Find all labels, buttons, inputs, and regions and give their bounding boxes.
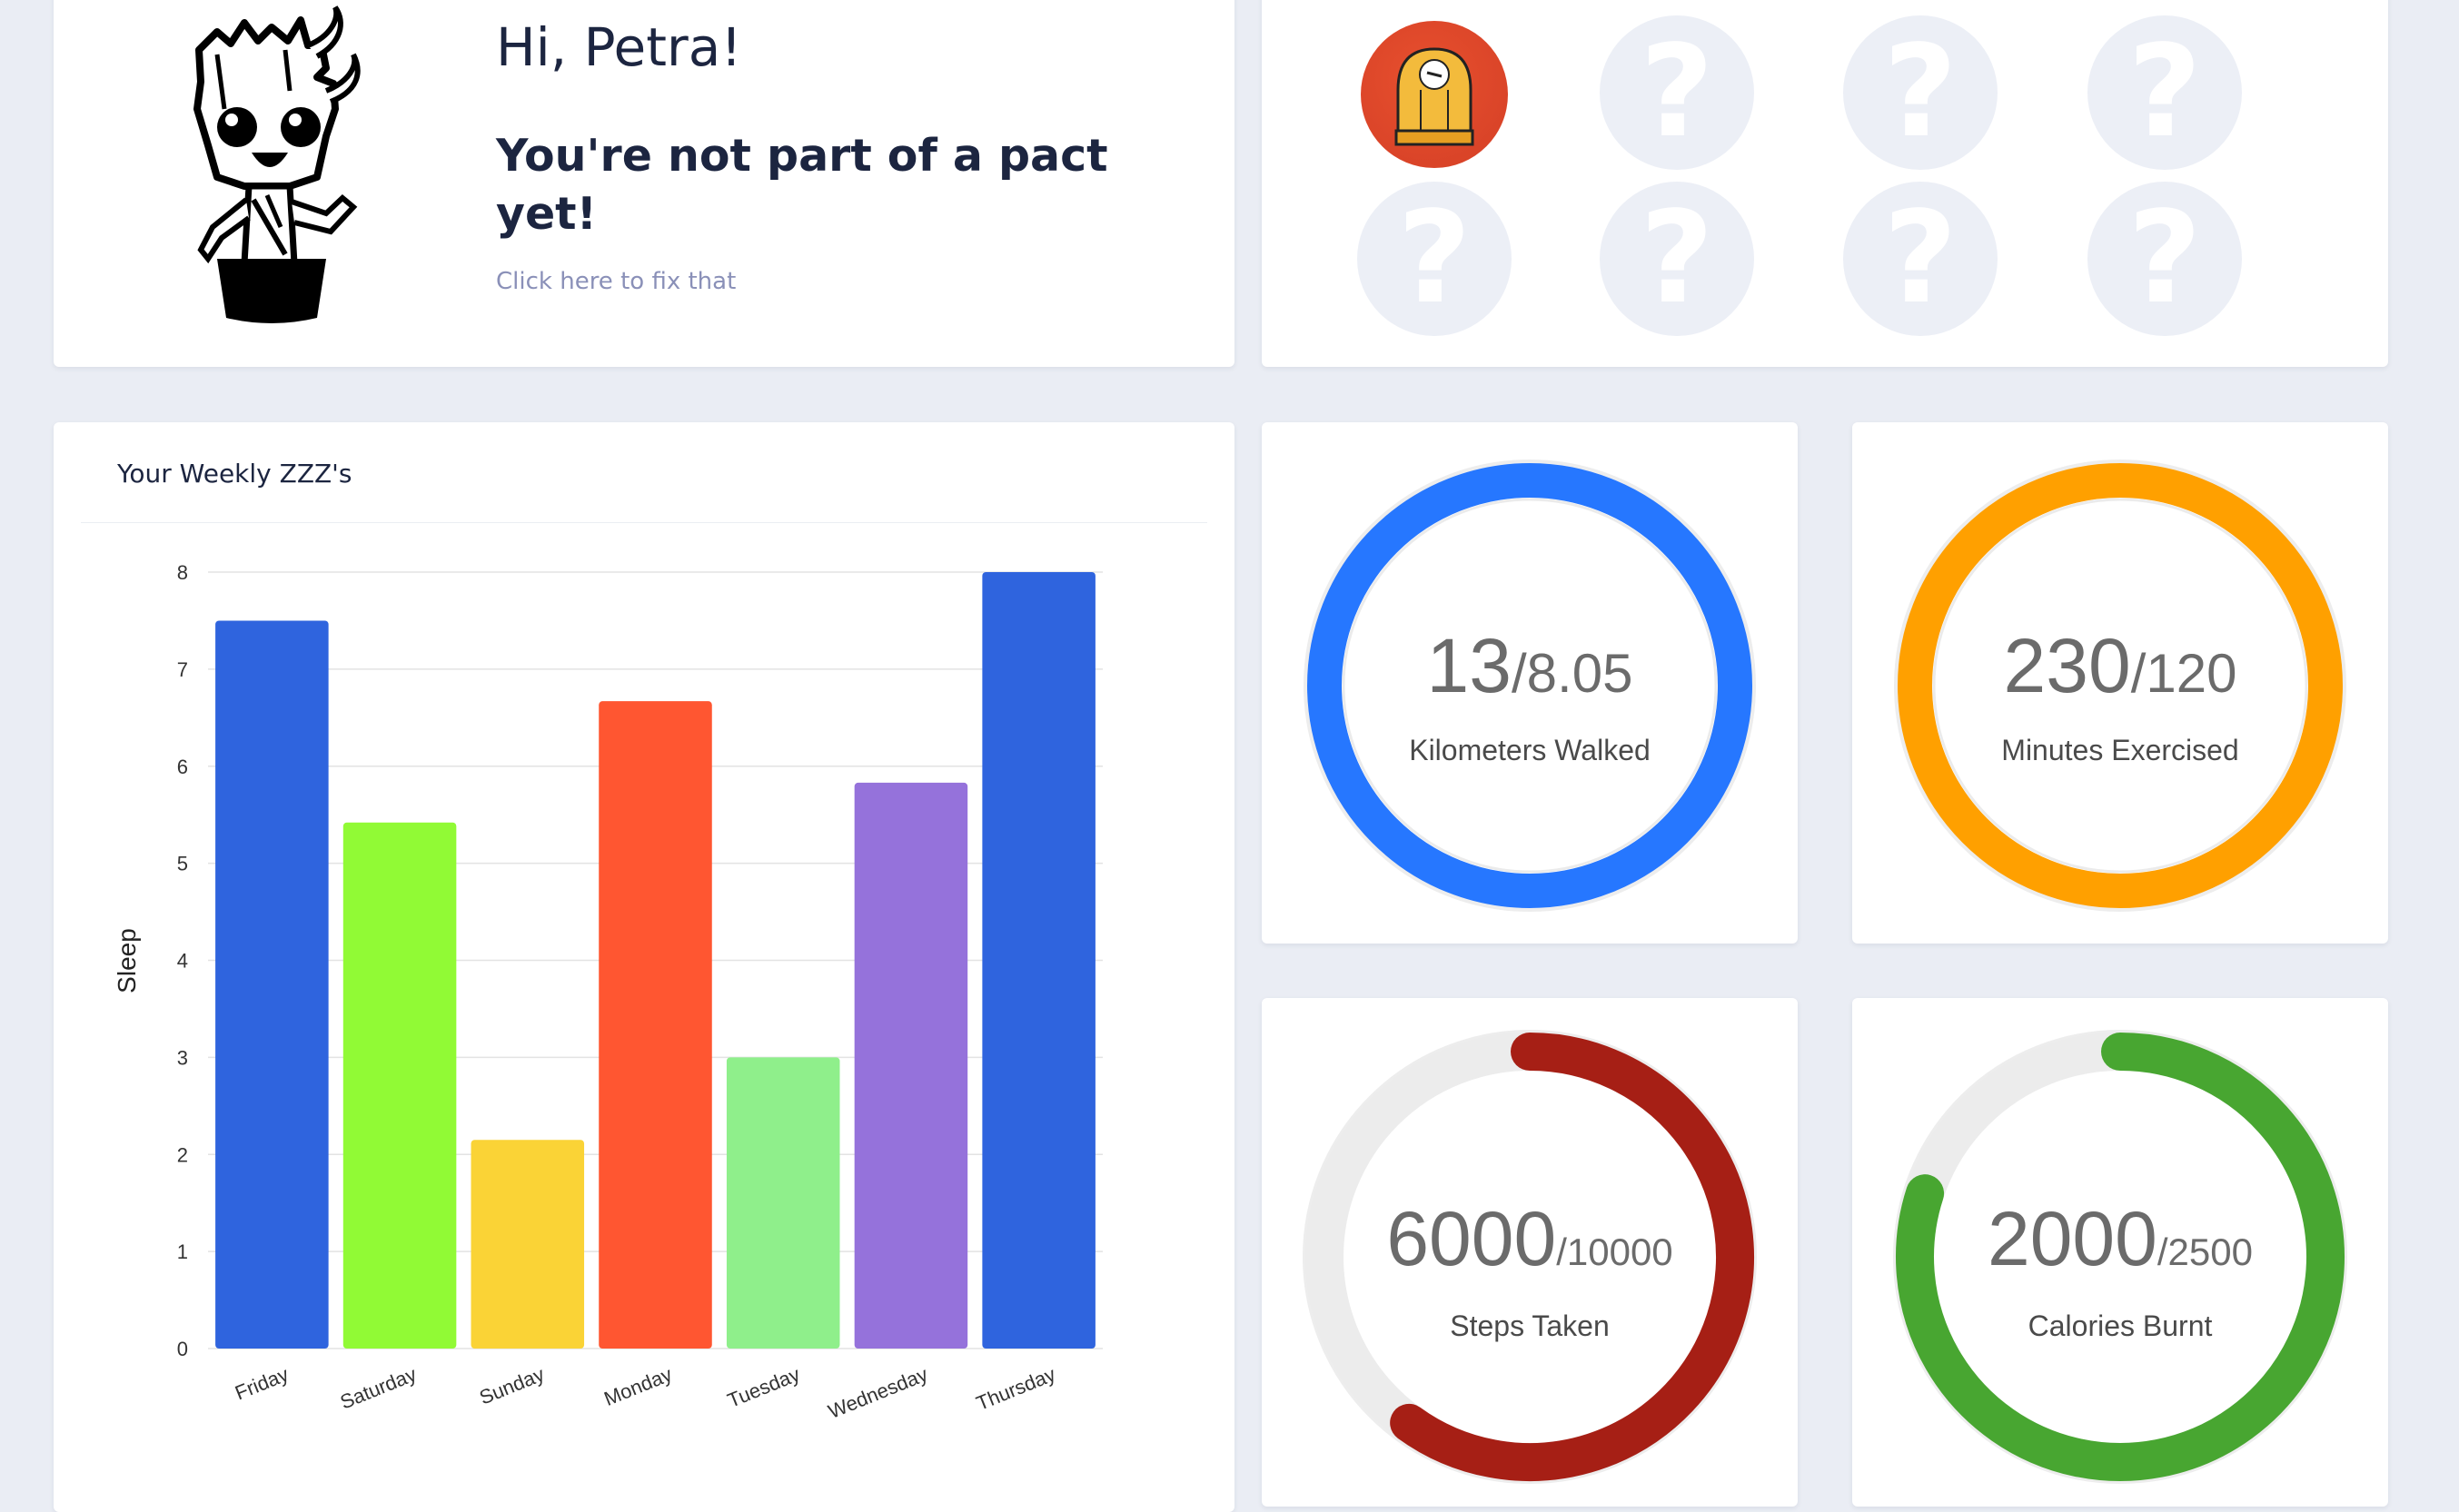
bar-tuesday[interactable] bbox=[726, 1057, 840, 1349]
question-mark-icon: ? bbox=[1883, 184, 1958, 332]
badge-locked[interactable]: ? bbox=[1357, 182, 1512, 336]
bar-wednesday[interactable] bbox=[854, 782, 968, 1349]
bar-saturday[interactable] bbox=[342, 822, 457, 1349]
y-tick-label: 1 bbox=[177, 1240, 188, 1263]
badges-card: ? ? ? ? ? ? ? bbox=[1262, 0, 2388, 367]
stat-label: Minutes Exercised bbox=[2001, 734, 2239, 766]
y-tick-label: 8 bbox=[177, 561, 188, 584]
stat-value: 6000/10000 bbox=[1386, 1196, 1673, 1281]
badge-locked[interactable]: ? bbox=[1843, 15, 1998, 170]
badge-locked[interactable]: ? bbox=[1600, 182, 1754, 336]
stat-value: 2000/2500 bbox=[1988, 1196, 2253, 1281]
x-tick-label: Wednesday bbox=[825, 1362, 931, 1423]
pact-status-title: You're not part of a pact yet! bbox=[496, 130, 1108, 240]
y-tick-label: 2 bbox=[177, 1143, 188, 1166]
greeting-heading: Hi, Petra! bbox=[496, 16, 742, 78]
bar-thursday[interactable] bbox=[982, 572, 1096, 1349]
badge-locked[interactable]: ? bbox=[1843, 182, 1998, 336]
stat-label: Kilometers Walked bbox=[1409, 734, 1651, 766]
beanie-badge-icon bbox=[1394, 47, 1474, 146]
y-tick-label: 6 bbox=[177, 756, 188, 778]
stat-card-steps: 6000/10000 Steps Taken bbox=[1262, 998, 1798, 1507]
x-tick-label: Monday bbox=[600, 1362, 675, 1410]
badge-earned[interactable] bbox=[1361, 21, 1508, 168]
stat-card-km: 13/8.05 Kilometers Walked bbox=[1262, 422, 1798, 944]
stat-value: 13/8.05 bbox=[1426, 623, 1633, 708]
bar-friday[interactable] bbox=[215, 620, 329, 1349]
stat-card-minutes: 230/120 Minutes Exercised bbox=[1852, 422, 2388, 944]
join-pact-link[interactable]: Click here to fix that bbox=[496, 268, 736, 295]
y-tick-label: 7 bbox=[177, 658, 188, 681]
y-tick-label: 3 bbox=[177, 1046, 188, 1069]
bar-monday[interactable] bbox=[599, 701, 712, 1349]
y-tick-label: 4 bbox=[177, 950, 188, 973]
groot-mascot-icon bbox=[193, 5, 361, 323]
x-tick-label: Friday bbox=[232, 1362, 292, 1404]
y-axis-label: Sleep bbox=[113, 928, 141, 993]
y-tick-label: 0 bbox=[177, 1338, 188, 1360]
question-mark-icon: ? bbox=[2127, 18, 2202, 166]
badge-locked[interactable]: ? bbox=[2087, 182, 2242, 336]
y-tick-label: 5 bbox=[177, 853, 188, 875]
stat-card-calories: 2000/2500 Calories Burnt bbox=[1852, 998, 2388, 1507]
question-mark-icon: ? bbox=[1883, 18, 1958, 166]
badge-locked[interactable]: ? bbox=[1600, 15, 1754, 170]
question-mark-icon: ? bbox=[1640, 184, 1714, 332]
x-tick-label: Thursday bbox=[973, 1362, 1058, 1415]
question-mark-icon: ? bbox=[2127, 184, 2202, 332]
badge-locked[interactable]: ? bbox=[2087, 15, 2242, 170]
stat-value: 230/120 bbox=[2003, 623, 2237, 708]
x-tick-label: Sunday bbox=[476, 1362, 548, 1408]
sleep-chart-card: Your Weekly ZZZ's 0 1 2 3 4 5 6 7 8 Sleep Friday Sa… bbox=[54, 422, 1234, 1512]
x-tick-label: Saturday bbox=[337, 1362, 420, 1413]
welcome-card: Hi, Petra! You're not part of a pact yet… bbox=[54, 0, 1234, 367]
bar-sunday[interactable] bbox=[471, 1140, 585, 1349]
x-tick-label: Tuesday bbox=[724, 1362, 803, 1411]
sleep-bar-chart: 0 1 2 3 4 5 6 7 8 Sleep Friday Saturday Sunday Monday… bbox=[113, 561, 1103, 1423]
stat-label: Calories Burnt bbox=[2028, 1309, 2213, 1342]
question-mark-icon: ? bbox=[1397, 184, 1472, 332]
stat-label: Steps Taken bbox=[1450, 1309, 1610, 1342]
question-mark-icon: ? bbox=[1640, 18, 1714, 166]
